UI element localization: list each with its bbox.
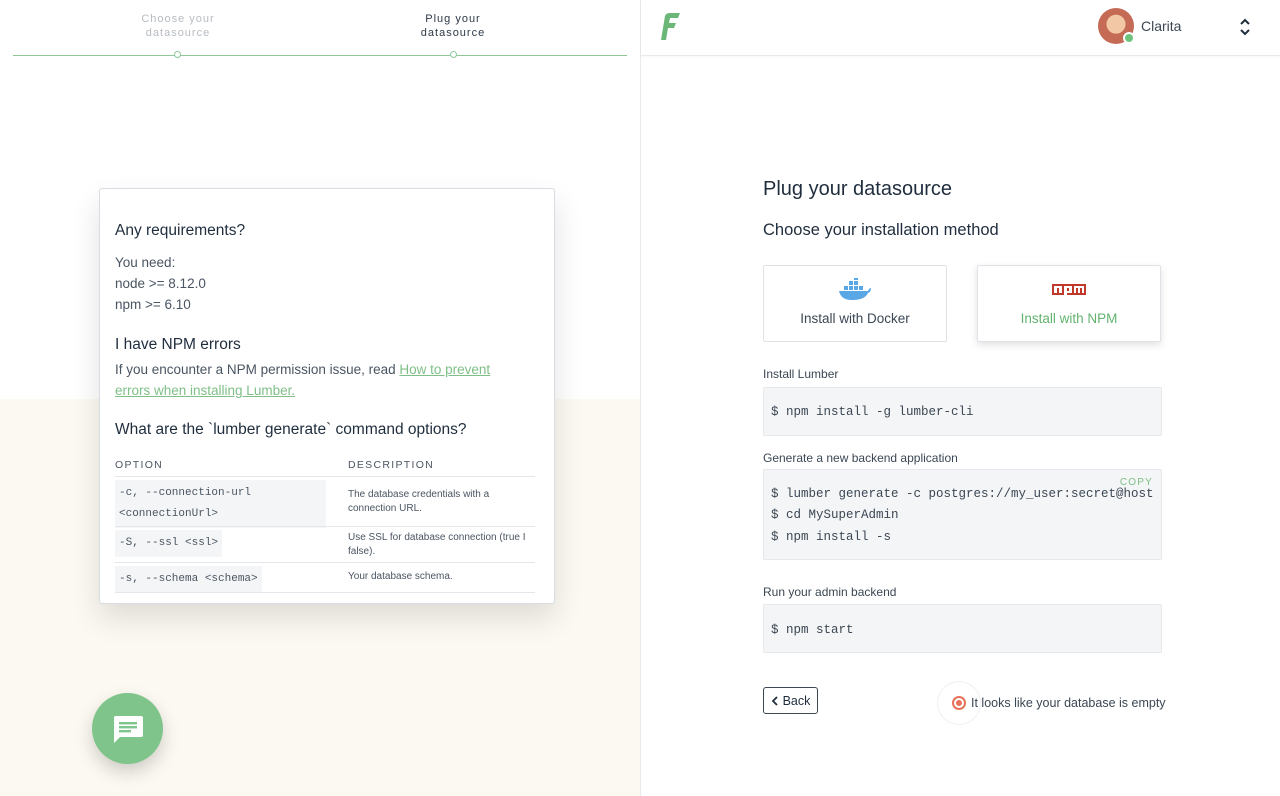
step-label: Plug your	[425, 13, 481, 25]
status-dot-icon	[952, 696, 966, 710]
option-description-line: The database credentials with a	[348, 489, 490, 500]
table-header-description: DESCRIPTION	[348, 459, 435, 471]
step-choose-datasource[interactable]: Choose your datasource	[118, 12, 238, 40]
option-code: -S, --ssl <ssl>	[115, 530, 223, 557]
table-divider	[115, 526, 535, 527]
chat-button[interactable]	[92, 693, 163, 764]
prevent-errors-link[interactable]: How to prevent	[399, 362, 490, 377]
requirements-line: node >= 8.12.0	[115, 276, 206, 291]
option-code: -s, --schema <schema>	[115, 566, 262, 593]
prevent-errors-link[interactable]: errors when installing Lumber.	[115, 383, 295, 398]
requirements-line: npm >= 6.10	[115, 297, 191, 312]
step-label: datasource	[420, 27, 486, 39]
code-line: $ cd MySuperAdmin	[771, 508, 899, 522]
forest-logo-icon	[661, 13, 680, 40]
avatar[interactable]	[1098, 8, 1135, 44]
option-code-line: <connectionUrl>	[119, 508, 219, 520]
run-backend-label: Run your admin backend	[763, 585, 897, 599]
requirements-line: You need:	[115, 255, 176, 270]
install-npm-label: Install with NPM	[1020, 311, 1118, 326]
npm-icon	[1052, 284, 1086, 295]
stepper: Choose your datasource Plug your datasou…	[13, 0, 627, 60]
option-description: Your database schema.	[348, 571, 453, 582]
install-lumber-label: Install Lumber	[763, 367, 839, 381]
back-button[interactable]: Back	[763, 687, 818, 714]
option-description-line: false).	[348, 546, 376, 557]
page-title: Plug your datasource	[763, 178, 953, 200]
forest-logo[interactable]	[655, 12, 681, 47]
option-description: The database credentials with a connecti…	[348, 488, 534, 516]
step-dot	[174, 51, 181, 58]
online-status-dot	[1123, 32, 1135, 44]
option-description-line: Use SSL for database connection (true I	[348, 532, 526, 543]
back-button-label: Back	[782, 693, 811, 708]
option-code: -c, --connection-url <connectionUrl>	[115, 480, 326, 528]
top-bar: Clarita	[641, 0, 1280, 56]
generate-command-box[interactable]: COPY $ lumber generate -c postgres://my_…	[763, 469, 1162, 560]
install-docker-label: Install with Docker	[800, 311, 910, 326]
step-plug-datasource[interactable]: Plug your datasource	[393, 12, 513, 40]
command-options-title: What are the `lumber generate` command o…	[115, 421, 467, 438]
step-dot	[450, 51, 457, 58]
code-line: $ npm install -s	[771, 530, 892, 544]
npm-errors-text-prefix: If you encounter a NPM permission issue,…	[115, 362, 400, 377]
chat-icon	[113, 715, 143, 743]
docker-icon	[839, 278, 871, 300]
stepper-line	[13, 55, 627, 56]
chevron-left-icon	[771, 695, 778, 706]
user-name[interactable]: Clarita	[1141, 18, 1181, 34]
table-header-option: OPTION	[115, 459, 164, 471]
table-divider	[115, 562, 535, 563]
code-line: $ lumber generate -c postgres://my_user:…	[771, 487, 1154, 501]
status-text: It looks like your database is empty	[971, 696, 1166, 710]
option-description-line: connection URL.	[348, 503, 422, 514]
table-divider	[115, 592, 535, 593]
code-line: $ npm start	[771, 623, 854, 637]
requirements-title: Any requirements?	[115, 222, 246, 239]
code-line: $ npm install -g lumber-cli	[771, 405, 974, 419]
install-npm-option[interactable]: Install with NPM	[977, 265, 1161, 342]
table-divider	[115, 476, 535, 477]
chevron-up-down-icon[interactable]	[1239, 16, 1251, 38]
npm-errors-text: If you encounter a NPM permission issue,…	[115, 359, 535, 401]
run-command-box[interactable]: $ npm start	[763, 604, 1162, 653]
option-description: Use SSL for database connection (true I …	[348, 531, 534, 559]
option-code-line: -c, --connection-url	[119, 487, 252, 499]
section-subtitle: Choose your installation method	[763, 221, 999, 239]
install-docker-option[interactable]: Install with Docker	[763, 265, 947, 342]
generate-app-label: Generate a new backend application	[763, 451, 958, 465]
left-panel: Choose your datasource Plug your datasou…	[0, 0, 640, 796]
npm-errors-title: I have NPM errors	[115, 336, 241, 353]
right-panel: Clarita Plug your datasource Choose your…	[640, 0, 1280, 796]
step-label: Choose your	[141, 13, 215, 25]
step-label: datasource	[145, 27, 211, 39]
install-command-box[interactable]: $ npm install -g lumber-cli	[763, 387, 1162, 436]
help-card: Any requirements? You need: node >= 8.12…	[99, 188, 555, 604]
